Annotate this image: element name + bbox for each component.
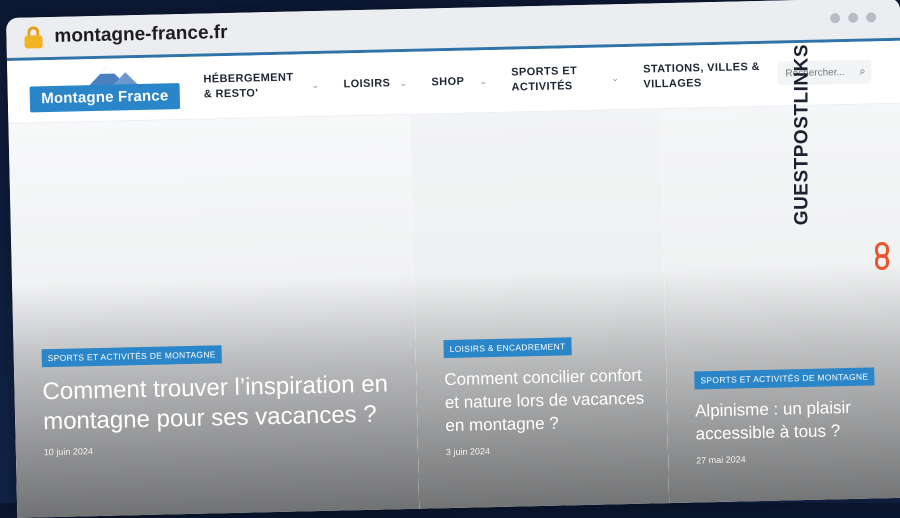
watermark: GUESTPOSTLINKS <box>791 44 894 274</box>
featured-posts: SPORTS ET ACTIVITÉS DE MONTAGNE Comment … <box>8 103 900 518</box>
window-dot-icon[interactable] <box>848 12 859 23</box>
window-dot-icon[interactable] <box>830 13 841 24</box>
post-title[interactable]: Alpinisme : un plaisir accessible à tous… <box>695 395 890 445</box>
menu-item-hebergement[interactable]: HÉBERGEMENT & RESTO' ⌄ <box>203 70 320 103</box>
menu-item-stations[interactable]: STATIONS, VILLES & VILLAGES ⌄ <box>643 59 790 92</box>
chevron-down-icon: ⌄ <box>399 77 408 88</box>
post-title[interactable]: Comment concilier confort et nature lors… <box>444 364 648 438</box>
site-logo[interactable]: Montagne France <box>29 65 181 114</box>
lock-icon <box>24 26 43 49</box>
window-controls <box>830 12 877 24</box>
magnifier-icon[interactable]: ⌕ <box>859 65 865 78</box>
post-title[interactable]: Comment trouver l’inspiration en montagn… <box>42 369 397 437</box>
window-dot-icon[interactable] <box>866 12 877 23</box>
featured-card[interactable]: SPORTS ET ACTIVITÉS DE MONTAGNE Comment … <box>8 114 420 518</box>
category-tag[interactable]: LOISIRS & ENCADREMENT <box>443 337 572 359</box>
browser-window: montagne-france.fr Montagne France HÉBER… <box>6 0 900 518</box>
main-menu: HÉBERGEMENT & RESTO' ⌄ LOISIRS ⌄ SHOP ⌄ … <box>203 59 813 103</box>
chevron-down-icon: ⌄ <box>611 72 620 83</box>
chain-link-icon <box>872 242 892 274</box>
menu-item-loisirs[interactable]: LOISIRS ⌄ <box>343 75 407 91</box>
featured-card[interactable]: SPORTS ET ACTIVITÉS DE MONTAGNE Alpinism… <box>660 103 900 510</box>
featured-card[interactable]: LOISIRS & ENCADREMENT Comment concilier … <box>410 109 670 515</box>
watermark-text: GUESTPOSTLINKS <box>791 44 813 226</box>
url-text[interactable]: montagne-france.fr <box>54 22 228 48</box>
chevron-down-icon: ⌄ <box>311 79 320 90</box>
menu-item-shop[interactable]: SHOP ⌄ <box>431 74 487 90</box>
logo-text: Montagne France <box>29 83 181 113</box>
category-tag[interactable]: SPORTS ET ACTIVITÉS DE MONTAGNE <box>694 367 875 390</box>
category-tag[interactable]: SPORTS ET ACTIVITÉS DE MONTAGNE <box>41 345 222 368</box>
menu-item-sports[interactable]: SPORTS ET ACTIVITÉS ⌄ <box>511 63 620 95</box>
chevron-down-icon: ⌄ <box>479 75 488 86</box>
